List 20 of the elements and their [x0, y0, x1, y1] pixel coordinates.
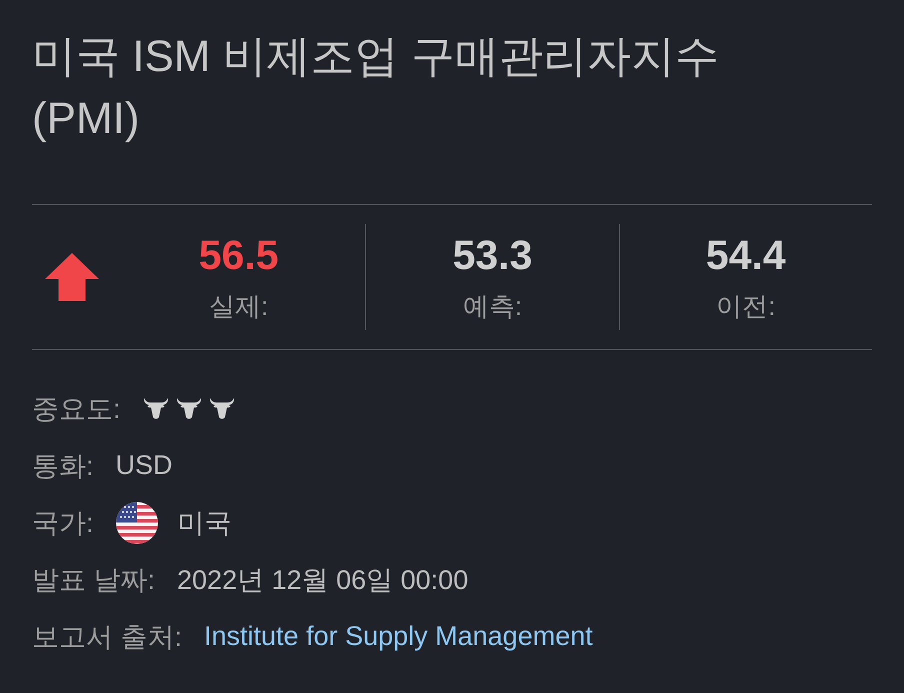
country-name: 미국 [178, 506, 232, 540]
bull-icon [208, 398, 235, 420]
actual-value: 56.5 [198, 232, 279, 278]
detail-label: 국가: [32, 506, 94, 540]
detail-value: USD [116, 450, 173, 481]
detail-label: 보고서 출처: [32, 620, 182, 654]
detail-label: 통화: [32, 450, 94, 482]
source-link[interactable]: Institute for Supply Management [204, 621, 593, 652]
bull-icon [142, 398, 169, 420]
detail-label: 발표 날짜: [32, 564, 156, 596]
page-title: 미국 ISM 비제조업 구매관리자지수 (PMI) [32, 31, 720, 145]
previous-value: 54.4 [706, 232, 786, 278]
detail-label: 중요도: [32, 392, 121, 426]
stat-label: 예측: [462, 290, 522, 322]
forecast-value: 53.3 [452, 232, 532, 278]
stat-label: 이전: [716, 290, 776, 322]
flag-icon [116, 502, 158, 544]
bull-icon [176, 398, 202, 420]
detail-value: 2022년 12월 06일 00:00 [177, 564, 468, 596]
stat-label: 실제: [209, 290, 268, 322]
